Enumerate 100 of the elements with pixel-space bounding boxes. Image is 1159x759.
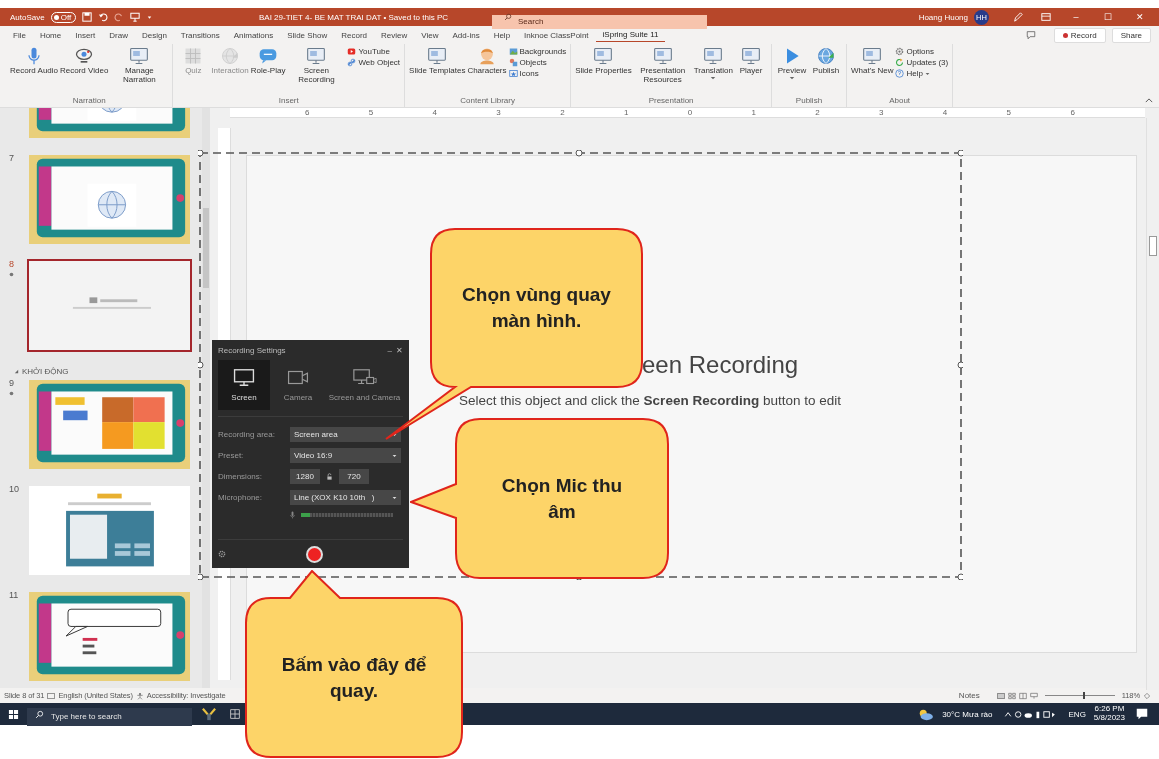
ribbon-button[interactable]: Publish [810, 46, 842, 96]
accessibility-icon[interactable] [135, 691, 144, 700]
ribbon-tab[interactable]: Draw [102, 28, 135, 42]
horizontal-ruler: 6 5 4 3 2 1 0 1 2 3 4 5 6 [230, 108, 1145, 118]
ribbon-button[interactable]: YouTube [347, 47, 401, 56]
ribbon-tab[interactable]: Record [334, 28, 375, 42]
collapse-icon[interactable] [14, 369, 19, 374]
zoom-slider-thumb[interactable] [1083, 692, 1086, 699]
dialog-control[interactable]: ✕ [396, 345, 403, 355]
reading-view-icon[interactable] [1018, 691, 1027, 700]
ribbon-button[interactable]: Record Audio [10, 46, 59, 96]
ribbon-tab[interactable]: Insert [68, 28, 103, 42]
taskbar-search-field[interactable]: Type here to search [27, 707, 192, 726]
ribbon-tab[interactable]: File [6, 28, 33, 42]
ribbon-button[interactable]: Options [895, 47, 949, 56]
ribbon-button[interactable]: Presentation Resources [633, 46, 692, 96]
ribbon-tab[interactable]: Inknoe ClassPoint [517, 28, 596, 42]
notes-button[interactable]: Notes [958, 691, 980, 700]
ribbon-tab[interactable]: Animations [226, 28, 281, 42]
window-control[interactable]: ✕ [1127, 12, 1153, 22]
slide-thumbnail[interactable] [27, 378, 192, 471]
slide-title: een Recording [642, 351, 800, 379]
presentation-icon[interactable] [130, 12, 141, 22]
ribbon-tab[interactable]: Add-ins [445, 28, 487, 42]
slide-thumbnail[interactable] [27, 153, 192, 246]
window-control[interactable]: ☐ [1095, 12, 1121, 22]
ribbon-button[interactable]: Characters [467, 46, 507, 96]
group-label: Insert [278, 96, 299, 107]
pen-icon[interactable] [1012, 12, 1024, 22]
recording-mode-tab[interactable]: Camera [272, 360, 324, 410]
caret-icon [392, 495, 397, 500]
scrollbar[interactable] [202, 108, 210, 688]
share-button[interactable]: Share [1111, 27, 1151, 43]
save-icon[interactable] [82, 12, 93, 22]
dropdown[interactable]: Video 16:9 [290, 448, 401, 463]
caret-icon [392, 432, 397, 437]
ribbon-button[interactable]: Manage Narration [110, 46, 169, 96]
weather-text[interactable]: 30°C Mưa rào [942, 709, 993, 719]
ribbon-tab[interactable]: Design [134, 28, 174, 42]
ribbon-button[interactable]: Role-Play [250, 46, 286, 96]
search-icon [35, 709, 44, 719]
dropdown[interactable]: Line (XOX K10 10th ) [290, 490, 401, 505]
dropdown[interactable]: Screen area [290, 427, 401, 442]
figure-app-icon[interactable] [200, 707, 218, 721]
settings-icon[interactable] [218, 550, 226, 558]
height-field[interactable]: 720 [339, 469, 369, 484]
clock-time[interactable]: 6:26 PM [1094, 705, 1125, 714]
lock-icon[interactable] [326, 473, 333, 480]
ribbon-button[interactable]: Preview [776, 46, 808, 96]
ribbon-button[interactable]: Translation [693, 46, 733, 96]
collapse-ribbon-icon[interactable] [1145, 97, 1153, 104]
spelling-icon[interactable] [47, 691, 56, 700]
normal-view-icon[interactable] [996, 691, 1005, 700]
comment-icon[interactable] [1025, 30, 1036, 40]
ribbon-button[interactable]: Slide Templates [409, 46, 466, 96]
ribbon-tab[interactable]: Slide Show [280, 28, 335, 42]
width-field[interactable]: 1280 [290, 469, 320, 484]
ribbon-tab[interactable]: Review [374, 28, 415, 42]
group-label: Presentation [648, 96, 694, 107]
ribbon-tab[interactable]: View [414, 28, 446, 42]
redo-icon[interactable] [114, 12, 125, 22]
windows-start-icon[interactable] [8, 708, 19, 720]
group-label: Narration [72, 96, 106, 107]
ribbon-tab[interactable]: Transitions [173, 28, 227, 42]
ribbon-button[interactable]: Updates (3) [895, 58, 949, 67]
input-language[interactable]: ENG [1068, 709, 1086, 719]
ribbon-button[interactable]: What's New [851, 46, 894, 96]
recording-mode-tab[interactable]: Screen and Camera [326, 360, 403, 410]
record-button[interactable]: Record [1053, 27, 1106, 43]
slide-number: 7 [9, 153, 14, 163]
search-field[interactable]: Search [492, 14, 707, 29]
selection-frame[interactable] [198, 150, 963, 580]
slide-thumbnail[interactable] [27, 590, 192, 683]
ribbon-button[interactable]: Objects [508, 58, 567, 67]
undo-icon[interactable] [98, 12, 109, 22]
ribbon-button[interactable]: Help [895, 69, 949, 78]
start-recording-button[interactable] [306, 545, 323, 563]
ribbon-display-icon[interactable] [1040, 12, 1052, 22]
ribbon-button[interactable]: Screen Recording [287, 46, 346, 96]
user-name: Hoang Huong [918, 12, 968, 22]
ribbon-tab[interactable]: iSpring Suite 11 [595, 28, 666, 42]
ribbon-tab[interactable]: Help [486, 28, 518, 42]
ribbon-button[interactable]: Record Video [60, 46, 109, 96]
group-label: About [889, 96, 911, 107]
section-label[interactable]: KHỞI ĐỘNG [22, 367, 69, 376]
ribbon-button[interactable]: Backgrounds [508, 47, 567, 56]
image-icon [508, 47, 518, 56]
ribbon-tab[interactable]: Home [32, 28, 69, 42]
ribbon-button[interactable]: Player [735, 46, 767, 96]
caret-icon [392, 453, 397, 458]
slide-thumbnail[interactable] [27, 484, 192, 577]
callout-text: Chọn vùng quay màn hình. [461, 283, 612, 333]
slide-number: 9 [9, 378, 14, 388]
clock-date[interactable]: 5/8/2023 [1093, 714, 1125, 723]
window-control[interactable]: – [1063, 12, 1089, 22]
slide-thumbnail[interactable] [27, 259, 192, 352]
ribbon-button[interactable]: Icons [508, 69, 567, 78]
recording-mode-tab[interactable]: Screen [218, 360, 270, 410]
ribbon-button[interactable]: Web Object [347, 58, 401, 67]
ribbon-button[interactable]: Slide Properties [575, 46, 632, 96]
